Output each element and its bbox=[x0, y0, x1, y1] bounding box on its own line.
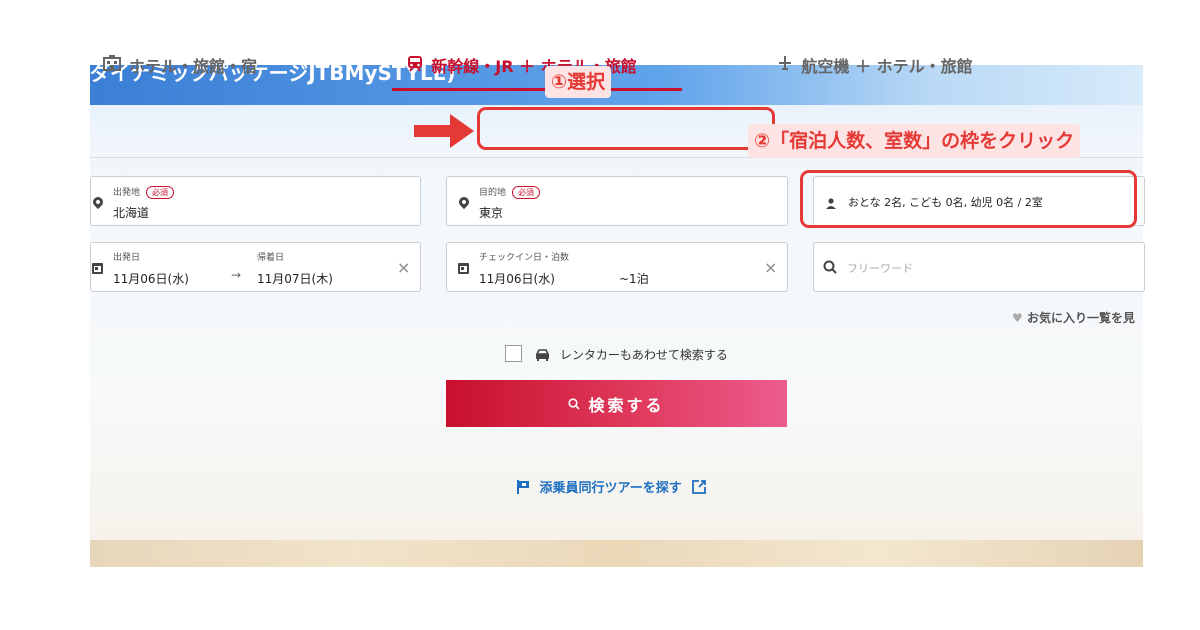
rentacar-label: レンタカーもあわせて検索する bbox=[559, 348, 728, 362]
search-icon bbox=[823, 259, 837, 278]
depart-date-label: 出発日 bbox=[113, 253, 141, 263]
destination-field[interactable]: 目的地 必須 東京 bbox=[446, 176, 788, 226]
date-range-field[interactable]: 出発日 11月06日(水) → 帰着日 11月07日(木) × bbox=[90, 242, 421, 292]
favorites-label: お気に入り一覧を見 bbox=[1026, 311, 1135, 325]
tour-link-label: 添乗員同行ツアーを探す bbox=[539, 481, 682, 496]
heart-icon: ♥ bbox=[1012, 311, 1023, 325]
favorites-link[interactable]: ♥ お気に入り一覧を見 bbox=[1012, 309, 1135, 326]
highlight-guests-box bbox=[800, 170, 1137, 228]
required-badge: 必須 bbox=[512, 186, 541, 199]
rentacar-checkbox[interactable] bbox=[505, 345, 522, 362]
train-icon bbox=[407, 55, 423, 76]
departure-label: 出発地 bbox=[113, 188, 141, 198]
destination-label: 目的地 bbox=[479, 188, 507, 198]
departure-value: 北海道 bbox=[113, 206, 150, 220]
tab-air-hotel[interactable]: 航空機 ＋ ホテル・旅館 bbox=[745, 44, 1005, 86]
calendar-icon bbox=[458, 263, 469, 274]
required-badge: 必須 bbox=[146, 186, 175, 199]
clear-checkin-button[interactable]: × bbox=[764, 258, 777, 277]
freeword-placeholder: フリーワード bbox=[847, 262, 913, 275]
search-icon bbox=[568, 397, 581, 410]
car-icon bbox=[535, 349, 550, 364]
highlight-tab-box bbox=[477, 107, 775, 150]
calendar-icon bbox=[92, 263, 103, 274]
building-icon bbox=[102, 55, 121, 75]
callout-step2: ②「宿泊人数、室数」の枠をクリック bbox=[748, 124, 1081, 158]
plane-icon bbox=[777, 55, 793, 75]
destination-value: 東京 bbox=[479, 206, 504, 220]
checkin-date-value: 11月06日(水) bbox=[479, 272, 555, 286]
freeword-field[interactable]: フリーワード bbox=[813, 242, 1145, 292]
nights-value: ~1泊 bbox=[619, 272, 649, 286]
tab-hotel-label: ホテル・旅館・宿 bbox=[128, 57, 257, 76]
depart-date-value: 11月06日(水) bbox=[113, 272, 189, 286]
external-link-icon bbox=[692, 480, 707, 498]
callout-step1: ①選択 bbox=[545, 66, 612, 98]
checkin-field[interactable]: チェックイン日・泊数 11月06日(水) ~1泊 × bbox=[446, 242, 788, 292]
search-button[interactable]: 検索する bbox=[446, 380, 787, 427]
active-tab-indicator bbox=[392, 88, 682, 91]
return-date-label: 帰着日 bbox=[257, 253, 285, 263]
tab-shinkansen-hotel[interactable]: 新幹線・JR ＋ ホテル・旅館 bbox=[392, 44, 652, 86]
tab-air-label: 航空機 ＋ ホテル・旅館 bbox=[801, 57, 973, 76]
rentacar-option[interactable]: レンタカーもあわせて検索する bbox=[535, 346, 728, 364]
tour-link[interactable]: 添乗員同行ツアーを探す bbox=[517, 477, 707, 498]
location-pin-icon bbox=[456, 194, 472, 210]
return-date-value: 11月07日(木) bbox=[257, 272, 333, 286]
beach-background bbox=[90, 540, 1143, 567]
checkin-label: チェックイン日・泊数 bbox=[479, 253, 570, 263]
red-arrow-icon bbox=[414, 114, 474, 148]
clear-date-button[interactable]: × bbox=[397, 258, 410, 277]
flag-icon bbox=[517, 480, 529, 498]
search-button-label: 検索する bbox=[588, 395, 665, 415]
date-arrow: → bbox=[231, 268, 242, 282]
location-pin-icon bbox=[90, 194, 106, 210]
departure-field[interactable]: 出発地 必須 北海道 bbox=[90, 176, 421, 226]
tab-hotel[interactable]: ホテル・旅館・宿 bbox=[90, 44, 270, 86]
